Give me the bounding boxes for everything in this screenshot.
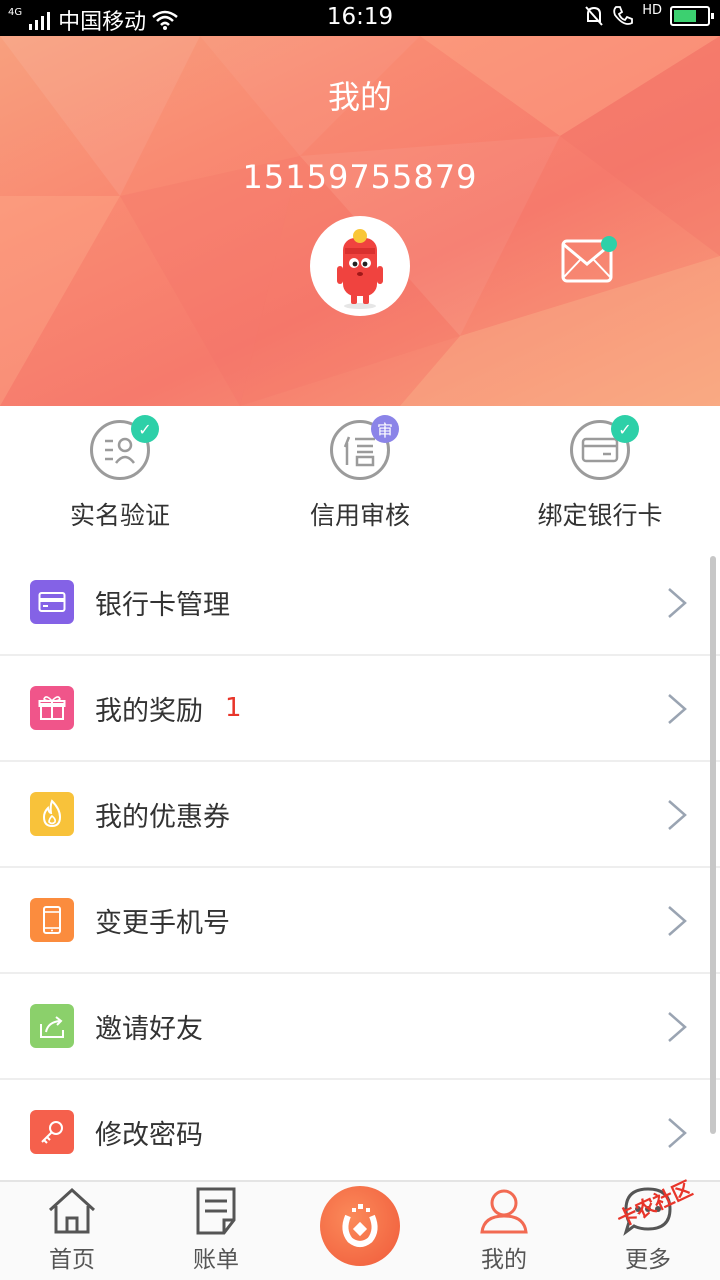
chevron-right-icon — [668, 694, 687, 724]
page-title: 我的 — [327, 78, 392, 116]
verify-bankcard-label: 绑定银行卡 — [537, 501, 663, 530]
chevron-right-icon — [668, 588, 687, 618]
menu-item-label: 我的奖励 — [95, 695, 203, 727]
chevron-right-icon — [668, 1118, 687, 1148]
verification-row: ✓ 实名验证 审 信用审核 ✓ 绑定银行卡 — [0, 406, 720, 550]
tab-home[interactable]: 首页 — [0, 1186, 144, 1274]
status-bar: 4G 中国移动 16:19 HD — [0, 0, 720, 36]
user-phone: 15159755879 — [242, 158, 478, 196]
card-icon — [30, 580, 74, 624]
tab-label: 我的 — [481, 1247, 527, 1273]
center-action-button[interactable] — [320, 1186, 400, 1266]
key-icon — [30, 1110, 74, 1154]
phone-call-icon — [613, 6, 634, 25]
bell-muted-icon — [585, 6, 603, 26]
menu-item-label: 我的优惠券 — [95, 801, 230, 833]
review-badge: 审 — [371, 415, 399, 443]
menu-item-change-phone[interactable]: 变更手机号 — [0, 868, 720, 974]
chevron-right-icon — [668, 906, 687, 936]
verify-credit-label: 信用审核 — [309, 501, 410, 530]
user-icon — [480, 1189, 528, 1234]
scrollbar[interactable] — [710, 556, 716, 1134]
rewards-count: 1 — [225, 693, 242, 723]
tab-label: 更多 — [625, 1247, 671, 1273]
share-icon — [30, 1004, 74, 1048]
menu-item-invite[interactable]: 邀请好友 — [0, 974, 720, 1080]
check-badge-icon: ✓ — [611, 415, 639, 443]
menu-item-bank-card[interactable]: 银行卡管理 — [0, 550, 720, 656]
tab-label: 账单 — [193, 1247, 239, 1273]
verify-realname[interactable]: ✓ 实名验证 — [0, 415, 240, 532]
home-icon — [48, 1187, 96, 1234]
check-badge-icon: ✓ — [131, 415, 159, 443]
profile-header: 我的 15159755879 — [0, 36, 720, 406]
menu-item-label: 修改密码 — [95, 1119, 203, 1151]
battery-icon — [670, 6, 714, 26]
menu-list: 银行卡管理 我的奖励 1 我的优惠券 变更手机号 邀请好友 修改密码 — [0, 550, 720, 1186]
menu-item-change-password[interactable]: 修改密码 — [0, 1080, 720, 1186]
chevron-right-icon — [668, 800, 687, 830]
flame-icon — [30, 792, 74, 836]
bill-icon — [196, 1187, 236, 1235]
id-card-icon: ✓ — [90, 415, 159, 480]
status-right: HD — [584, 2, 714, 27]
menu-item-label: 变更手机号 — [95, 907, 230, 939]
menu-item-rewards[interactable]: 我的奖励 1 — [0, 656, 720, 762]
hd-indicator: HD — [642, 2, 662, 18]
gift-icon — [30, 686, 74, 730]
tab-mine[interactable]: 我的 — [432, 1186, 576, 1274]
mascot-icon — [337, 229, 383, 309]
chevron-right-icon — [668, 1012, 687, 1042]
verify-realname-label: 实名验证 — [69, 501, 170, 530]
credit-icon: 审 — [330, 415, 399, 480]
tab-label: 首页 — [49, 1247, 95, 1273]
verify-credit[interactable]: 审 信用审核 — [240, 415, 480, 532]
tab-bill[interactable]: 账单 — [144, 1186, 288, 1274]
center-logo-icon — [342, 1204, 378, 1247]
menu-item-label: 银行卡管理 — [95, 589, 230, 621]
verify-bankcard[interactable]: ✓ 绑定银行卡 — [480, 415, 720, 532]
menu-item-label: 邀请好友 — [95, 1013, 203, 1045]
mail-unread-dot — [601, 236, 617, 252]
menu-item-coupons[interactable]: 我的优惠券 — [0, 762, 720, 868]
avatar[interactable] — [310, 216, 410, 316]
mobile-icon — [30, 898, 74, 942]
bank-card-icon: ✓ — [570, 415, 639, 480]
